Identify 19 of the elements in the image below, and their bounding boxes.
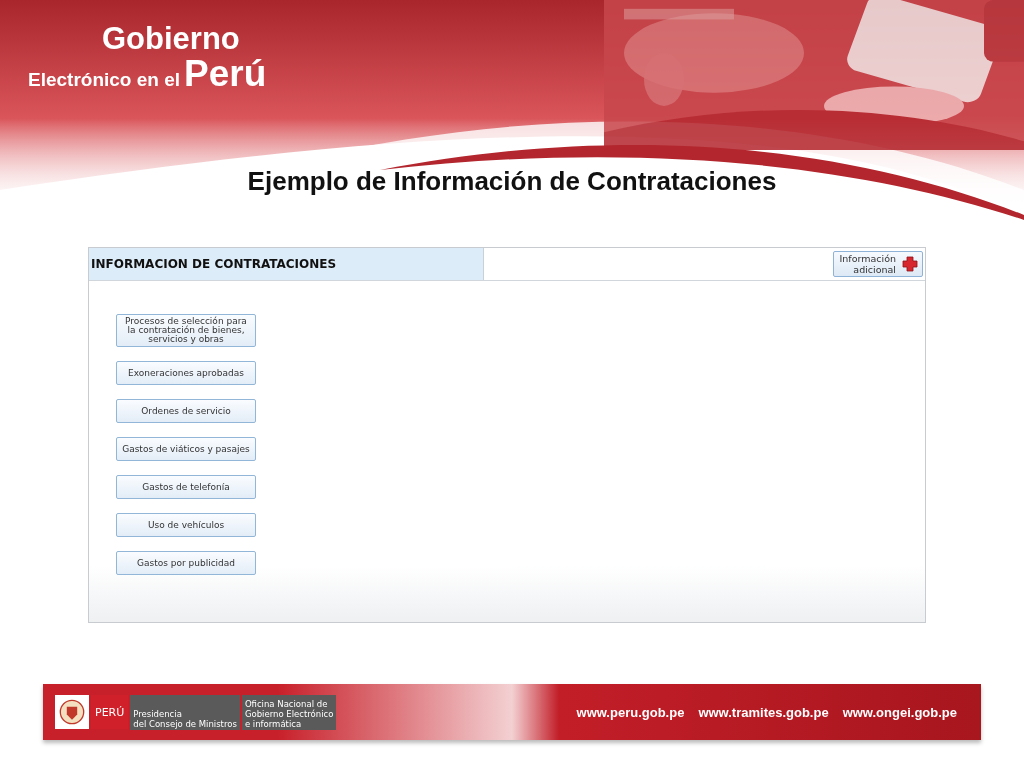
- logo: Gobierno Electrónico en el Perú: [28, 22, 267, 92]
- crest-icon: [55, 695, 89, 729]
- menu-button[interactable]: Procesos de selección para la contratación de bienes, servicios y obras: [116, 314, 256, 347]
- menu-button[interactable]: Gastos por publicidad: [116, 551, 256, 575]
- slide-title: Ejemplo de Información de Contrataciones: [246, 166, 778, 197]
- plus-icon: [902, 256, 918, 272]
- menu-button[interactable]: Exoneraciones aprobadas: [116, 361, 256, 385]
- country-label: PERÚ: [91, 695, 129, 729]
- menu-button[interactable]: Gastos de viáticos y pasajes: [116, 437, 256, 461]
- menu-button[interactable]: Gastos de telefonía: [116, 475, 256, 499]
- office-label: Oficina Nacional de Gobierno Electrónico e informática: [241, 694, 337, 730]
- info-button[interactable]: Información adicional: [832, 251, 923, 277]
- menu-button[interactable]: Uso de vehículos: [116, 513, 256, 537]
- website-link[interactable]: www.tramites.gob.pe: [698, 704, 829, 720]
- ministry-label: Presidencia del Consejo de Ministros: [130, 694, 240, 730]
- panel-heading: INFORMACION DE CONTRATACIONES: [89, 248, 484, 280]
- website-link[interactable]: www.peru.gob.pe: [576, 704, 685, 720]
- website-link[interactable]: www.ongei.gob.pe: [842, 704, 957, 720]
- menu-button[interactable]: Ordenes de servicio: [116, 399, 256, 423]
